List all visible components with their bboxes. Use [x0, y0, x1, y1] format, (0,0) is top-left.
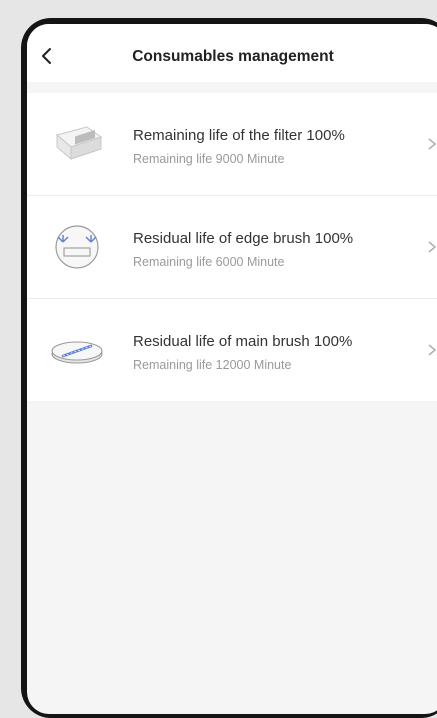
- page-title: Consumables management: [27, 48, 437, 66]
- consumable-item-edge-brush[interactable]: Residual life of edge brush 100% Remaini…: [27, 196, 437, 299]
- consumable-remaining: Remaining life 6000 Minute: [133, 255, 285, 269]
- filter-icon: [55, 126, 103, 161]
- chevron-right-icon: [428, 344, 437, 356]
- consumable-title: Remaining life of the filter 100%: [133, 127, 345, 144]
- header-bar: Consumables management: [27, 24, 437, 82]
- consumable-title: Residual life of main brush 100%: [133, 333, 353, 350]
- consumable-item-filter[interactable]: Remaining life of the filter 100% Remain…: [27, 93, 437, 196]
- chevron-right-icon: [428, 138, 437, 150]
- consumable-item-main-brush[interactable]: Residual life of main brush 100% Remaini…: [27, 299, 437, 401]
- chevron-right-icon: [428, 241, 437, 253]
- consumable-title: Residual life of edge brush 100%: [133, 230, 354, 247]
- consumables-list: Remaining life of the filter 100% Remain…: [27, 93, 437, 401]
- edge-brush-icon: [55, 225, 99, 269]
- main-brush-icon: [51, 341, 103, 364]
- app-screen: Consumables management Remaining life of…: [27, 24, 437, 714]
- consumable-remaining: Remaining life 12000 Minute: [133, 358, 292, 372]
- consumable-remaining: Remaining life 9000 Minute: [133, 152, 285, 166]
- page-title-text: Consumables management: [132, 48, 334, 65]
